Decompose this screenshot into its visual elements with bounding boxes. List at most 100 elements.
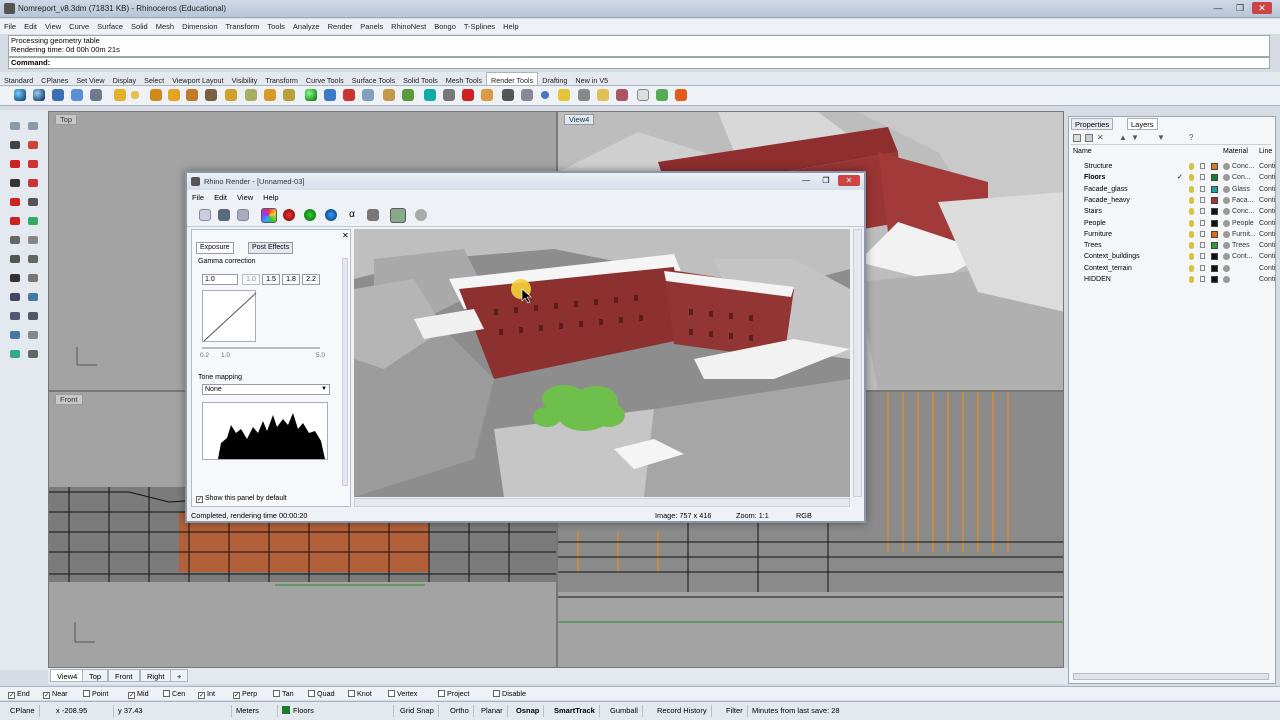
menu-edit[interactable]: Edit bbox=[20, 19, 41, 31]
record-history-toggle[interactable]: Record History bbox=[653, 705, 712, 717]
red-channel-icon[interactable] bbox=[283, 209, 295, 221]
render-menu-view[interactable]: View bbox=[232, 191, 258, 204]
units[interactable]: Meters bbox=[232, 705, 278, 717]
current-layer[interactable]: Floors bbox=[278, 705, 394, 717]
curve-piping-icon[interactable] bbox=[443, 89, 455, 101]
lock-icon[interactable] bbox=[1200, 163, 1205, 169]
clone-icon[interactable] bbox=[199, 209, 211, 221]
toolbar-tab-set-view[interactable]: Set View bbox=[72, 73, 108, 86]
layer-row[interactable]: Context_buildings Cont... Conti bbox=[1069, 251, 1277, 262]
visibility-icon[interactable] bbox=[1189, 230, 1194, 238]
osnap-perp[interactable]: ✓ Perp bbox=[233, 689, 257, 699]
osnap-int[interactable]: ✓ Int bbox=[198, 689, 215, 699]
osnap-cen[interactable]: Cen bbox=[163, 689, 185, 699]
command-tool-icon[interactable] bbox=[10, 198, 20, 206]
viewport-label-top[interactable]: Top bbox=[55, 114, 78, 125]
new-sublayer-icon[interactable] bbox=[1085, 134, 1093, 142]
command-tool-icon[interactable] bbox=[10, 179, 20, 187]
tab-top[interactable]: Top bbox=[82, 669, 109, 682]
toolbar-tab-solid-tools[interactable]: Solid Tools bbox=[399, 73, 442, 86]
snapshot-icon[interactable] bbox=[578, 89, 590, 101]
render-options-icon[interactable] bbox=[90, 89, 102, 101]
smarttrack-toggle[interactable]: SmartTrack bbox=[550, 705, 600, 717]
lock-icon[interactable] bbox=[1200, 230, 1205, 237]
layer-row[interactable]: Context_terrain Conti bbox=[1069, 263, 1277, 274]
layer-color-swatch[interactable] bbox=[1211, 196, 1218, 204]
rgb-channel-icon[interactable] bbox=[261, 208, 277, 223]
command-tool-icon[interactable] bbox=[10, 141, 20, 149]
gamma-preset-1-5[interactable]: 1.5 bbox=[262, 274, 280, 285]
rectangular-light-icon[interactable] bbox=[168, 89, 180, 101]
help-icon[interactable]: ? bbox=[1189, 133, 1193, 142]
render-menu-file[interactable]: File bbox=[187, 191, 209, 204]
folder-icon[interactable] bbox=[597, 89, 609, 101]
command-tool-icon[interactable] bbox=[28, 312, 38, 320]
mapping-icon[interactable] bbox=[362, 89, 374, 101]
material-icon[interactable] bbox=[1223, 208, 1230, 216]
render-icon[interactable] bbox=[14, 89, 26, 101]
layer-color-swatch[interactable] bbox=[1211, 253, 1218, 261]
menu-solid[interactable]: Solid bbox=[127, 19, 152, 31]
osnap-checkbox[interactable]: ✓ bbox=[198, 692, 205, 699]
menu-tsplines[interactable]: T-Splines bbox=[460, 19, 499, 31]
visibility-icon[interactable] bbox=[1189, 174, 1194, 182]
lock-icon[interactable] bbox=[1200, 219, 1205, 226]
directional-light-icon[interactable] bbox=[205, 89, 217, 101]
material-icon[interactable] bbox=[1223, 219, 1230, 227]
viewport-label-front[interactable]: Front bbox=[55, 394, 83, 405]
tab-right[interactable]: Right bbox=[140, 669, 172, 682]
layer-color-swatch[interactable] bbox=[1211, 264, 1218, 272]
edit-light-icon[interactable] bbox=[225, 89, 237, 101]
tone-mapping-select[interactable]: None ▼ bbox=[202, 384, 330, 395]
osnap-toggle[interactable]: Osnap bbox=[512, 705, 545, 717]
osnap-checkbox[interactable] bbox=[163, 690, 170, 697]
grid-snap-toggle[interactable]: Grid Snap bbox=[396, 705, 439, 717]
tab-layers[interactable]: Layers bbox=[1127, 118, 1158, 130]
command-tool-icon[interactable] bbox=[10, 350, 20, 358]
visibility-icon[interactable] bbox=[1189, 219, 1194, 227]
image-horizontal-scrollbar[interactable] bbox=[354, 498, 850, 507]
menu-file[interactable]: File bbox=[0, 19, 20, 31]
show-panel-default[interactable]: ✓ Show this panel by default bbox=[196, 495, 287, 503]
lock-icon[interactable] bbox=[1200, 196, 1205, 203]
toolbar-tab-mesh-tools[interactable]: Mesh Tools bbox=[442, 73, 486, 86]
blue-channel-icon[interactable] bbox=[325, 209, 337, 221]
spotlight-icon[interactable] bbox=[150, 89, 162, 101]
toolbar-tab-visibility[interactable]: Visibility bbox=[228, 73, 262, 86]
osnap-checkbox[interactable] bbox=[388, 690, 395, 697]
light-manager-icon[interactable] bbox=[264, 89, 276, 101]
toolbar-tab-transform[interactable]: Transform bbox=[261, 73, 301, 86]
render-preview-icon[interactable] bbox=[33, 89, 45, 101]
toolbar-tab-curve-tools[interactable]: Curve Tools bbox=[302, 73, 348, 86]
copy-icon[interactable] bbox=[237, 209, 249, 221]
layer-color-swatch[interactable] bbox=[1211, 163, 1218, 170]
command-tool-icon[interactable] bbox=[28, 274, 38, 282]
lock-icon[interactable] bbox=[1200, 264, 1205, 271]
layer-row[interactable]: Floors ✓ Con... Conti bbox=[1069, 172, 1277, 183]
lock-icon[interactable] bbox=[1200, 242, 1205, 249]
decal-icon[interactable] bbox=[343, 89, 355, 101]
layer-color-swatch[interactable] bbox=[1211, 230, 1218, 238]
osnap-project[interactable]: Project bbox=[438, 689, 469, 699]
texture-icon[interactable] bbox=[324, 89, 336, 101]
bake-icon[interactable] bbox=[616, 89, 628, 101]
lock-icon[interactable] bbox=[1200, 253, 1205, 260]
move-up-icon[interactable]: ▲ bbox=[1119, 133, 1127, 142]
command-tool-icon[interactable] bbox=[28, 331, 38, 339]
menu-mesh[interactable]: Mesh bbox=[152, 19, 178, 31]
camera-icon[interactable] bbox=[558, 89, 570, 101]
spotlight-edit-icon[interactable] bbox=[283, 89, 295, 101]
side-panel-scrollbar[interactable] bbox=[342, 258, 348, 486]
menu-transform[interactable]: Transform bbox=[222, 19, 264, 31]
alpha-channel-icon[interactable]: α bbox=[346, 209, 358, 221]
render-image[interactable] bbox=[354, 229, 850, 497]
displacement-icon[interactable] bbox=[462, 89, 474, 101]
tab-post-effects[interactable]: Post Effects bbox=[248, 242, 294, 254]
move-down-icon[interactable]: ▼ bbox=[1131, 133, 1139, 142]
osnap-vertex[interactable]: Vertex bbox=[388, 689, 417, 699]
menu-surface[interactable]: Surface bbox=[93, 19, 127, 31]
command-tool-icon[interactable] bbox=[28, 255, 38, 263]
osnap-checkbox[interactable]: ✓ bbox=[8, 692, 15, 699]
visibility-icon[interactable] bbox=[1189, 264, 1194, 272]
lock-icon[interactable] bbox=[1200, 208, 1205, 215]
